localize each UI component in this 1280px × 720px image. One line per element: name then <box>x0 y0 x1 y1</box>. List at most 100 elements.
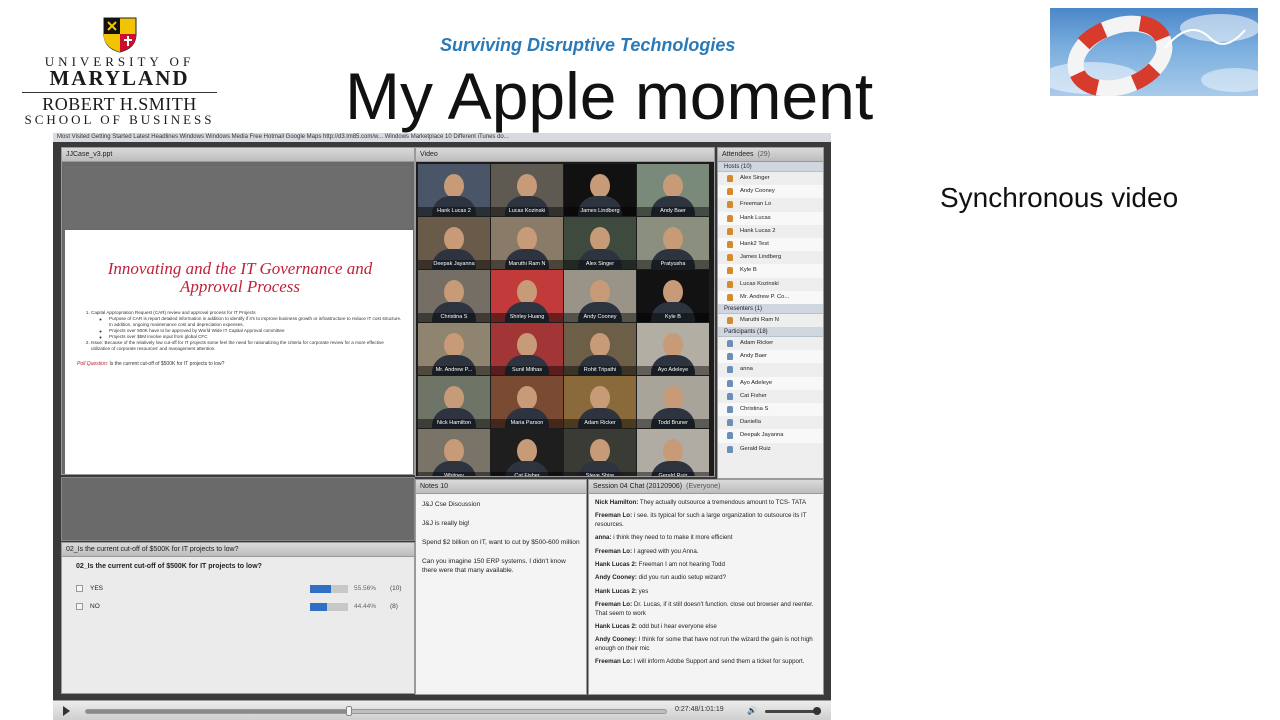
video-tile[interactable]: Whitney <box>418 429 490 476</box>
notes-line: J&J Cse Discussion <box>422 501 481 508</box>
attendees-hosts-header[interactable]: Hosts (10) <box>718 162 823 172</box>
participant-head <box>444 439 464 463</box>
attendee-item[interactable]: anna <box>718 363 823 376</box>
video-tile[interactable]: Christina S <box>418 270 490 322</box>
chat-scope: (Everyone) <box>686 483 721 490</box>
video-tile[interactable]: Todd Bruner <box>637 376 709 428</box>
attendee-item[interactable]: Alex Singer <box>718 172 823 185</box>
video-tile-name: Kyle B <box>637 313 709 322</box>
seek-track[interactable] <box>85 709 667 714</box>
poll-checkbox[interactable] <box>76 603 83 610</box>
attendee-item[interactable]: Hank2 Test <box>718 237 823 252</box>
volume-handle[interactable] <box>813 707 821 715</box>
chat-messages: Nick Hamilton: They actually outsource a… <box>589 494 823 677</box>
participant-head <box>663 333 683 357</box>
attendee-item[interactable]: Ayo Adeleye <box>718 376 823 390</box>
video-grid: Hank Lucas 2 Lucas Kozinski James Lindberg… <box>418 164 709 476</box>
video-tile-name: Mr. Andrew P... <box>418 366 490 375</box>
attendee-item[interactable]: Adam Ricker <box>718 337 823 350</box>
notes-pod-title: Notes 10 <box>416 480 586 494</box>
attendee-item[interactable]: Andy Baer <box>718 350 823 364</box>
video-tile-name: Whitney <box>418 472 490 476</box>
video-tile[interactable]: Hank Lucas 2 <box>418 164 490 216</box>
attendee-item[interactable]: Christina S <box>718 403 823 417</box>
play-icon[interactable] <box>63 706 70 716</box>
media-player-bar: 0:27:48/1:01:19 🔊 <box>53 700 831 720</box>
chat-message: Andy Cooney: I think for some that have … <box>595 636 817 653</box>
video-tile[interactable]: Mr. Andrew P... <box>418 323 490 375</box>
attendees-pod: Attendees (29) Hosts (10) Alex Singer Andy… <box>717 147 824 479</box>
attendee-item[interactable]: Deepak Jayanna <box>718 429 823 443</box>
attendees-participants-header[interactable]: Participants (18) <box>718 327 823 338</box>
video-tile[interactable]: Lucas Kozinski <box>491 164 563 216</box>
participant-head <box>590 227 610 251</box>
chat-sender: Nick Hamilton: <box>595 499 639 506</box>
seek-handle[interactable] <box>345 706 352 716</box>
video-tile[interactable]: Steve Shire <box>564 429 636 476</box>
volume-icon[interactable]: 🔊 <box>747 706 759 716</box>
video-tile[interactable]: Alex Singer <box>564 217 636 269</box>
poll-question: 02_Is the current cut-off of $500K for I… <box>76 563 262 570</box>
chat-message: anna: i think they need to to make it mo… <box>595 534 817 542</box>
video-tile[interactable]: Ayo Adeleye <box>637 323 709 375</box>
attendee-item[interactable]: Daniella <box>718 416 823 429</box>
video-tile[interactable]: Cat Fisher <box>491 429 563 476</box>
video-tile-name: Alex Singer <box>564 260 636 269</box>
attendee-item[interactable]: Gerald Ruiz <box>718 443 823 456</box>
video-tile[interactable]: Andy Baer <box>637 164 709 216</box>
attendee-item[interactable]: Freeman Lo <box>718 198 823 211</box>
attendee-item[interactable]: Kyle B <box>718 264 823 278</box>
poll-checkbox[interactable] <box>76 585 83 592</box>
notes-text[interactable]: J&J Cse Discussion J&J is really big! Sp… <box>416 494 586 591</box>
attendee-item[interactable]: Maruthi Ram N <box>718 314 823 327</box>
video-tile[interactable]: Nick Hamilton <box>418 376 490 428</box>
video-tile[interactable]: Maruthi Ram N <box>491 217 563 269</box>
shared-slide-title: Innovating and the IT Governance and App… <box>107 259 373 296</box>
notes-pod: Notes 10 J&J Cse Discussion J&J is reall… <box>415 479 587 695</box>
poll-question-label: Poll Question: <box>77 361 109 367</box>
share-pod-title: JJCase_v3.ppt <box>62 148 414 162</box>
video-pod-title: Video <box>416 148 714 162</box>
video-tile[interactable]: Sunil Mithas <box>491 323 563 375</box>
presenters-list: Maruthi Ram N <box>718 314 823 327</box>
video-pod: Video Hank Lucas 2 Lucas Kozinski James Li… <box>415 147 715 477</box>
attendees-title: Attendees <box>722 151 754 158</box>
poll-result-count: (8) <box>390 603 398 610</box>
attendee-item[interactable]: Hank Lucas <box>718 211 823 225</box>
attendee-item[interactable]: Andy Cooney <box>718 185 823 199</box>
shared-slide-sublist: Purpose of CAR is report detailed inform… <box>91 316 403 340</box>
participant-head <box>444 227 464 251</box>
attendees-presenters-header[interactable]: Presenters (1) <box>718 303 823 314</box>
video-tile-name: Steve Shire <box>564 472 636 476</box>
poll-option-yes[interactable]: YES 55.56% (10) <box>76 584 406 593</box>
attendee-item[interactable]: Lucas Kozinski <box>718 278 823 291</box>
shared-slide-item: Issue: Because of the relatively low cut… <box>91 340 403 352</box>
video-tile[interactable]: Andy Cooney <box>564 270 636 322</box>
video-tile-name: Rohit Tripathi <box>564 366 636 375</box>
video-tile[interactable]: James Lindberg <box>564 164 636 216</box>
shared-slide-list: Capital Appropriation Request (CAR) revi… <box>77 310 403 352</box>
chat-text: yes <box>636 587 649 595</box>
poll-result-fill <box>310 602 327 611</box>
video-tile[interactable]: Adam Ricker <box>564 376 636 428</box>
video-tile[interactable]: Shirley Huang <box>491 270 563 322</box>
chat-message: Andy Cooney: did you run audio setup wiz… <box>595 574 817 582</box>
video-tile[interactable]: Kyle B <box>637 270 709 322</box>
video-tile-name: Andy Cooney <box>564 313 636 322</box>
video-tile[interactable]: Gerald Ruiz <box>637 429 709 476</box>
poll-result-percent: 44.44% <box>354 603 377 610</box>
poll-option-no[interactable]: NO 44.44% (8) <box>76 602 406 611</box>
maryland-crest-icon <box>96 14 144 54</box>
video-tile[interactable]: Maria Parson <box>491 376 563 428</box>
seek-progress <box>86 710 349 713</box>
video-tile[interactable]: Pratyusha <box>637 217 709 269</box>
chat-text: I will inform Adobe Support and send the… <box>632 658 805 666</box>
attendee-item[interactable]: Mr. Andrew P. Co... <box>718 290 823 304</box>
poll-question-text: Is the current cut-off of $500K for IT p… <box>108 361 225 367</box>
attendee-item[interactable]: Cat Fisher <box>718 390 823 403</box>
attendee-item[interactable]: Hank Lucas 2 <box>718 225 823 238</box>
attendee-item[interactable]: James Lindberg <box>718 251 823 264</box>
video-tile[interactable]: Deepak Jayanna <box>418 217 490 269</box>
video-tile[interactable]: Rohit Tripathi <box>564 323 636 375</box>
video-tile-name: Maruthi Ram N <box>491 260 563 269</box>
